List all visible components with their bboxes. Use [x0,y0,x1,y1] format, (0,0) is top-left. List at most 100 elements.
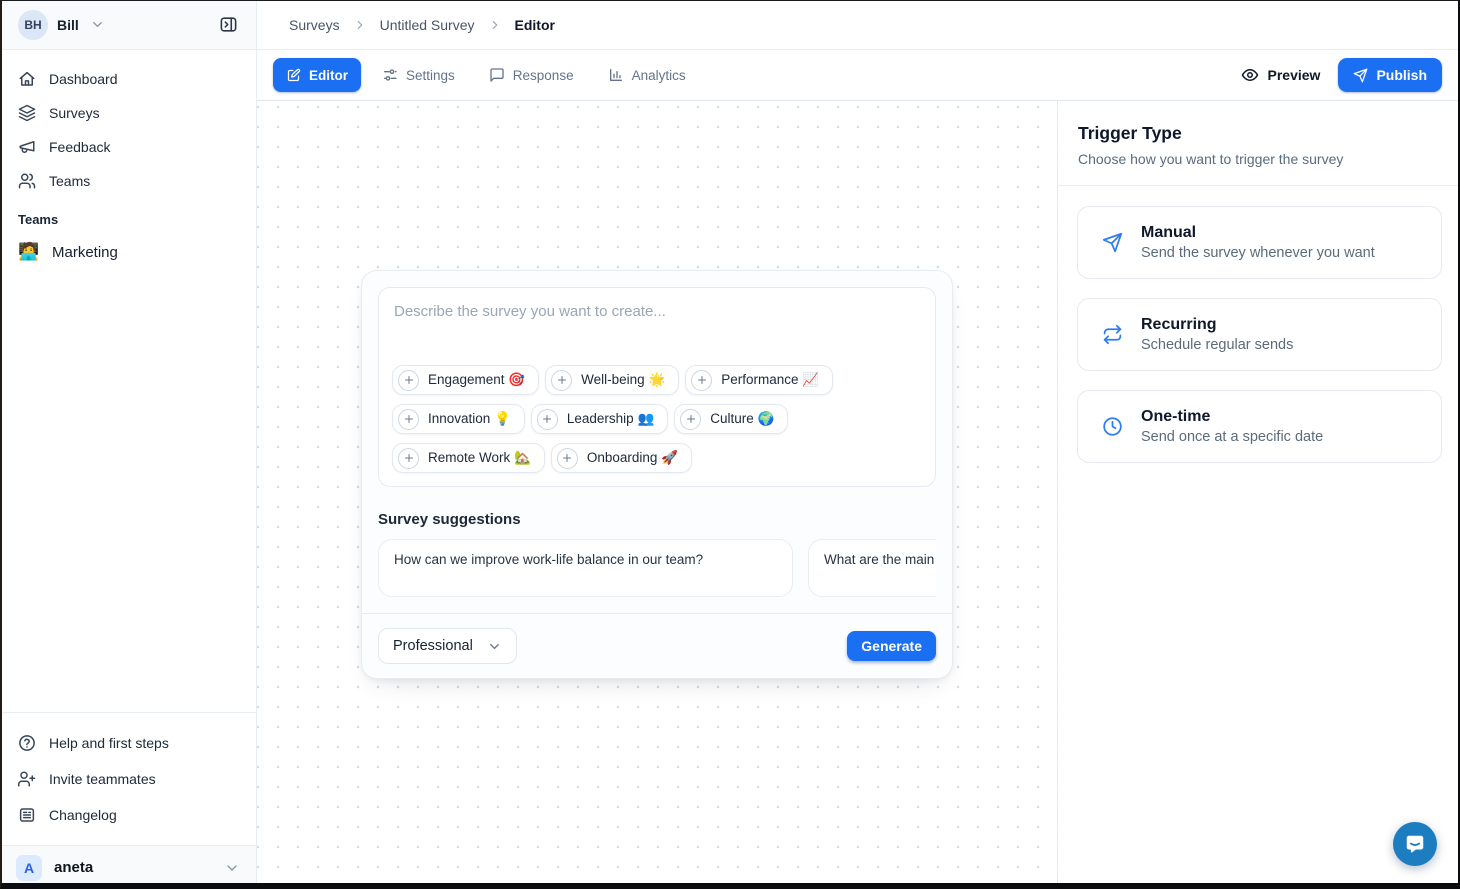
user-plus-icon [18,770,36,788]
sidebar-item-team-marketing[interactable]: 🧑‍💻 Marketing [10,233,246,271]
layers-icon [18,104,36,122]
app-window: BH Bill Dashboard [0,0,1460,889]
breadcrumb-surveys[interactable]: Surveys [289,17,340,33]
sidebar: BH Bill Dashboard [0,0,257,889]
sidebar-item-feedback[interactable]: Feedback [10,130,246,164]
chip-label: Innovation 💡 [428,411,511,427]
users-icon [18,172,36,190]
sidebar-item-label: Teams [49,173,90,189]
chip-label: Engagement 🎯 [428,372,525,388]
sidebar-spacer [0,271,256,712]
trigger-option-text: Manual Send the survey whenever you want [1141,224,1375,261]
panel-collapse-icon [219,15,238,34]
trigger-option-title: Recurring [1141,316,1293,334]
collapse-sidebar-button[interactable] [215,11,242,38]
chip-culture[interactable]: Culture 🌍 [674,404,788,434]
sidebar-item-changelog[interactable]: Changelog [10,797,246,833]
survey-description-input[interactable] [392,301,922,359]
plus-icon [398,448,419,469]
tab-label: Settings [406,68,455,83]
megaphone-icon [18,138,36,156]
send-icon [1353,68,1368,83]
message-square-icon [489,67,505,83]
chip-label: Remote Work 🏡 [428,450,531,466]
tab-settings[interactable]: Settings [369,58,468,92]
topic-chips: Engagement 🎯 Well-being 🌟 Performance 📈 [392,359,922,473]
plus-icon [691,370,712,391]
tone-value: Professional [393,638,473,654]
editor-canvas[interactable]: Engagement 🎯 Well-being 🌟 Performance 📈 [257,101,1057,889]
edit-icon [286,68,301,83]
chip-engagement[interactable]: Engagement 🎯 [392,365,539,395]
workspace-avatar: BH [18,10,48,40]
preview-button[interactable]: Preview [1241,66,1321,84]
tab-label: Response [513,68,574,83]
breadcrumb-editor: Editor [515,17,555,33]
sidebar-item-dashboard[interactable]: Dashboard [10,62,246,96]
chip-remote-work[interactable]: Remote Work 🏡 [392,443,545,473]
help-circle-icon [18,734,36,752]
breadcrumb: Surveys Untitled Survey Editor [289,17,555,33]
plus-icon [398,370,419,391]
workspace-switcher[interactable]: BH Bill [18,10,105,40]
sidebar-nav: Dashboard Surveys Feedback Teams [0,50,256,198]
chat-widget-button[interactable] [1393,822,1437,866]
suggestion-card[interactable]: How can we improve work-life balance in … [378,539,793,597]
user-menu[interactable]: A aneta [0,845,256,889]
trigger-option-title: Manual [1141,224,1375,242]
main-area: Surveys Untitled Survey Editor Editor [257,0,1460,889]
generate-button[interactable]: Generate [847,631,936,661]
tab-response[interactable]: Response [476,58,587,92]
tab-label: Analytics [632,68,686,83]
home-icon [18,70,36,88]
trigger-option-manual[interactable]: Manual Send the survey whenever you want [1077,206,1442,279]
sidebar-item-label: Dashboard [49,71,118,87]
trigger-panel-header: Trigger Type Choose how you want to trig… [1058,101,1460,186]
trigger-option-title: One-time [1141,408,1323,426]
sidebar-item-surveys[interactable]: Surveys [10,96,246,130]
sidebar-item-label: Invite teammates [49,771,156,787]
composer-footer: Professional Generate [362,613,952,678]
trigger-option-recurring[interactable]: Recurring Schedule regular sends [1077,298,1442,371]
publish-button[interactable]: Publish [1338,58,1442,92]
chip-onboarding[interactable]: Onboarding 🚀 [551,443,692,473]
prompt-card: Engagement 🎯 Well-being 🌟 Performance 📈 [378,287,936,487]
trigger-option-description: Schedule regular sends [1141,337,1293,353]
trigger-option-one-time[interactable]: One-time Send once at a specific date [1077,390,1442,463]
chip-label: Onboarding 🚀 [587,450,678,466]
chevron-down-icon [90,17,105,32]
tabbar: Editor Settings Response [257,50,1460,101]
clock-icon [1102,416,1123,437]
topbar: Surveys Untitled Survey Editor [257,0,1460,50]
sidebar-item-help[interactable]: Help and first steps [10,725,246,761]
trigger-type-panel: Trigger Type Choose how you want to trig… [1057,101,1460,889]
trigger-option-text: One-time Send once at a specific date [1141,408,1323,445]
tabbar-actions: Preview Publish [1241,58,1443,92]
user-name: aneta [54,859,93,876]
chip-well-being[interactable]: Well-being 🌟 [545,365,679,395]
trigger-option-text: Recurring Schedule regular sends [1141,316,1293,353]
plus-icon [537,409,558,430]
chip-innovation[interactable]: Innovation 💡 [392,404,525,434]
tabs: Editor Settings Response [273,58,699,92]
tab-analytics[interactable]: Analytics [595,58,699,92]
breadcrumb-untitled-survey[interactable]: Untitled Survey [380,17,475,33]
sidebar-footer-nav: Help and first steps Invite teammates Ch… [0,712,256,845]
tone-select[interactable]: Professional [378,628,517,664]
plus-icon [551,370,572,391]
user-avatar: A [16,855,42,881]
tab-editor[interactable]: Editor [273,58,361,92]
sidebar-item-invite[interactable]: Invite teammates [10,761,246,797]
chevron-right-icon [353,18,367,32]
teams-section-label: Teams [0,198,256,231]
panel-subtitle: Choose how you want to trigger the surve… [1078,151,1440,167]
survey-composer-card: Engagement 🎯 Well-being 🌟 Performance 📈 [361,270,953,679]
chip-leadership[interactable]: Leadership 👥 [531,404,668,434]
plus-icon [398,409,419,430]
chip-performance[interactable]: Performance 📈 [685,365,833,395]
sidebar-item-teams[interactable]: Teams [10,164,246,198]
sidebar-item-label: Help and first steps [49,735,169,751]
sidebar-item-label: Feedback [49,139,110,155]
chevron-down-icon [487,639,502,654]
suggestion-card[interactable]: What are the main ob [808,539,936,597]
